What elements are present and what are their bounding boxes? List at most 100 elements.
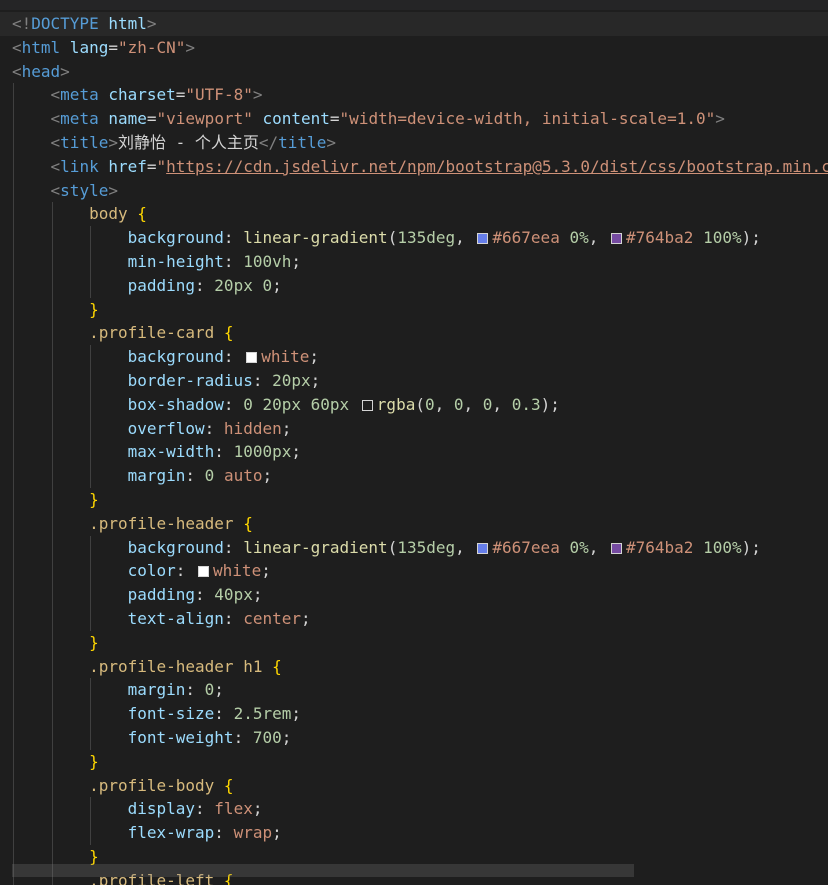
- code-line[interactable]: padding: 20px 0;: [12, 274, 828, 298]
- code-line[interactable]: max-width: 1000px;: [12, 440, 828, 464]
- code-line[interactable]: margin: 0 auto;: [12, 464, 828, 488]
- code-token: (: [387, 228, 398, 248]
- code-token: .profile-card: [89, 323, 215, 343]
- code-token: :: [223, 537, 244, 557]
- horizontal-scrollbar[interactable]: [12, 864, 634, 877]
- code-line[interactable]: <link href="https://cdn.jsdelivr.net/npm…: [12, 155, 828, 179]
- code-line[interactable]: }: [12, 750, 828, 774]
- code-token: >: [108, 180, 118, 200]
- code-token: color: [127, 561, 176, 581]
- code-token: }: [89, 299, 99, 319]
- code-line[interactable]: overflow: hidden;: [12, 417, 828, 441]
- code-token: html: [21, 37, 61, 57]
- code-line[interactable]: <meta name="viewport" content="width=dev…: [12, 107, 828, 131]
- code-line[interactable]: .profile-card {: [12, 321, 828, 345]
- code-line[interactable]: <!DOCTYPE html>: [12, 12, 828, 36]
- code-token: 0 20px 60px: [243, 394, 350, 414]
- code-line[interactable]: font-size: 2.5rem;: [12, 702, 828, 726]
- code-line[interactable]: font-weight: 700;: [12, 726, 828, 750]
- color-swatch-icon[interactable]: [361, 399, 373, 411]
- code-token: 0%: [569, 228, 589, 248]
- code-token: flex: [214, 799, 253, 819]
- code-line[interactable]: <html lang="zh-CN">: [12, 36, 828, 60]
- color-swatch-icon[interactable]: [477, 542, 489, 554]
- code-line[interactable]: min-height: 100vh;: [12, 250, 828, 274]
- code-line[interactable]: }: [12, 298, 828, 322]
- code-line[interactable]: color: white;: [12, 559, 828, 583]
- code-token: :: [185, 466, 205, 486]
- code-token: ,: [588, 228, 608, 248]
- code-line[interactable]: border-radius: 20px;: [12, 369, 828, 393]
- code-line[interactable]: <head>: [12, 60, 828, 84]
- code-line[interactable]: margin: 0;: [12, 678, 828, 702]
- code-line[interactable]: body {: [12, 202, 828, 226]
- code-token: :: [195, 799, 215, 819]
- code-token: <: [50, 109, 61, 129]
- code-token: .profile-header: [89, 513, 234, 533]
- code-token: body: [89, 204, 128, 224]
- code-token: :: [214, 823, 234, 843]
- code-token: {: [127, 204, 147, 224]
- code-line[interactable]: text-align: center;: [12, 607, 828, 631]
- code-token: "zh-CN": [117, 37, 186, 57]
- color-swatch-icon[interactable]: [246, 352, 258, 364]
- code-token: =: [108, 37, 118, 57]
- code-token: ;: [291, 251, 301, 271]
- code-token: #667eea: [492, 228, 560, 248]
- color-swatch-icon[interactable]: [477, 233, 489, 245]
- color-swatch-icon[interactable]: [611, 233, 622, 245]
- code-token: #764ba2: [626, 228, 694, 248]
- code-token: href: [98, 156, 147, 176]
- code-token: }: [89, 751, 99, 771]
- code-token: </: [258, 132, 279, 152]
- code-token: 2.5rem: [233, 704, 292, 724]
- color-swatch-icon[interactable]: [198, 566, 210, 578]
- code-line[interactable]: background: linear-gradient(135deg, #667…: [12, 226, 828, 250]
- code-line[interactable]: <meta charset="UTF-8">: [12, 83, 828, 107]
- code-token: :: [204, 418, 224, 438]
- code-token: );: [741, 228, 761, 248]
- code-token: :: [195, 585, 215, 605]
- code-token: margin: [127, 680, 186, 700]
- code-line[interactable]: <title>刘静怡 - 个人主页</title>: [12, 131, 828, 155]
- code-token: ;: [262, 466, 273, 486]
- code-token: 1000px: [233, 442, 292, 462]
- code-line[interactable]: background: white;: [12, 345, 828, 369]
- code-line[interactable]: }: [12, 631, 828, 655]
- color-swatch-icon[interactable]: [611, 542, 622, 554]
- code-line[interactable]: background: linear-gradient(135deg, #667…: [12, 536, 828, 560]
- code-line[interactable]: flex-wrap: wrap;: [12, 821, 828, 845]
- code-line[interactable]: box-shadow: 0 20px 60px rgba(0, 0, 0, 0.…: [12, 393, 828, 417]
- code-line[interactable]: <style>: [12, 179, 828, 203]
- code-line[interactable]: }: [12, 488, 828, 512]
- code-token: :: [185, 680, 205, 700]
- code-token: .profile-header: [89, 656, 234, 676]
- code-token: charset: [98, 85, 176, 105]
- code-token: white: [213, 561, 262, 581]
- code-line[interactable]: padding: 40px;: [12, 583, 828, 607]
- code-token: ;: [281, 727, 292, 747]
- code-line[interactable]: display: flex;: [12, 797, 828, 821]
- code-token: font-weight: [127, 727, 234, 747]
- code-token: "viewport": [156, 109, 253, 129]
- code-editor[interactable]: <!DOCTYPE html> <html lang="zh-CN"> <head>…: [0, 0, 828, 885]
- code-line[interactable]: .profile-header {: [12, 512, 828, 536]
- code-token: title: [278, 132, 327, 152]
- code-token: ;: [300, 608, 311, 628]
- code-token: ;: [309, 347, 319, 367]
- code-token: link: [60, 156, 99, 176]
- code-line[interactable]: .profile-body {: [12, 774, 828, 798]
- code-line[interactable]: .profile-header h1 {: [12, 655, 828, 679]
- code-lines[interactable]: <!DOCTYPE html> <html lang="zh-CN"> <head>…: [12, 12, 828, 885]
- code-token: }: [89, 632, 99, 652]
